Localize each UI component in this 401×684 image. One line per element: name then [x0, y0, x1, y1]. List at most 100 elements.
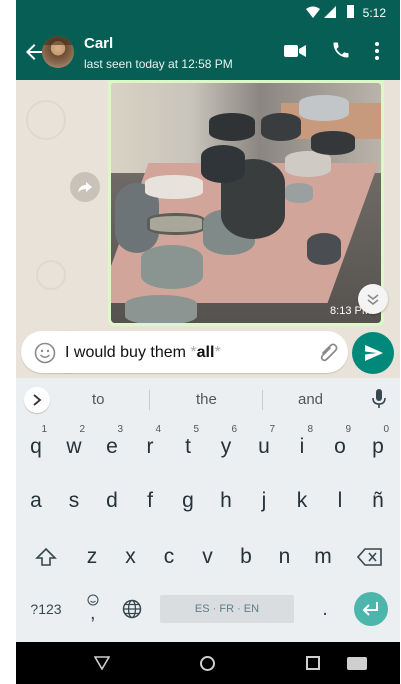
outgoing-image-message[interactable]: 8:13 PM: [108, 80, 384, 326]
suggestion-1[interactable]: to: [92, 391, 105, 408]
key-hint: 2: [79, 424, 85, 435]
plate-stack: [141, 245, 203, 289]
suggestion-3[interactable]: and: [298, 391, 323, 408]
key-hint: 7: [269, 424, 275, 435]
keyboard-expand-button[interactable]: [24, 387, 50, 413]
suggestion-divider: [149, 390, 150, 410]
key-hint: 6: [231, 424, 237, 435]
plate-stack: [125, 295, 197, 323]
key-r[interactable]: 4r: [131, 420, 169, 474]
contact-avatar[interactable]: [42, 36, 74, 68]
key-ñ[interactable]: ñ: [359, 474, 397, 528]
key-b[interactable]: b: [227, 530, 265, 584]
comma-label: ,: [90, 602, 96, 624]
mic-icon[interactable]: [372, 389, 386, 409]
plate-stack: [285, 183, 313, 203]
phone-icon[interactable]: [331, 40, 351, 60]
message-input[interactable]: I would buy them *all*: [21, 331, 348, 373]
wallpaper-doodle: [26, 100, 66, 140]
symbols-key[interactable]: ?123: [20, 582, 72, 636]
nav-back-icon[interactable]: [94, 656, 110, 670]
suggestion-2[interactable]: the: [196, 391, 217, 408]
keyboard-switch-icon[interactable]: [347, 657, 367, 670]
key-hint: 3: [117, 424, 123, 435]
key-q[interactable]: 1q: [17, 420, 55, 474]
key-label: r: [146, 435, 154, 458]
space-bar[interactable]: ES · FR · EN: [160, 595, 294, 623]
suggestion-strip: to the and: [16, 378, 400, 420]
key-w[interactable]: 2w: [55, 420, 93, 474]
system-nav-bar: [16, 642, 400, 684]
chevron-right-icon: [33, 394, 42, 406]
key-hint: 8: [307, 424, 313, 435]
nav-home-icon[interactable]: [200, 656, 215, 671]
key-u[interactable]: 7u: [245, 420, 283, 474]
key-o[interactable]: 9o: [321, 420, 359, 474]
emoji-comma-key[interactable]: ,: [74, 582, 112, 636]
language-key[interactable]: [114, 582, 150, 636]
key-v[interactable]: v: [189, 530, 227, 584]
key-label: o: [334, 435, 346, 458]
period-key[interactable]: .: [310, 582, 340, 636]
key-row-2: asdfghjklñ: [16, 474, 400, 528]
key-k[interactable]: k: [283, 474, 321, 528]
key-d[interactable]: d: [93, 474, 131, 528]
key-hint: 1: [41, 424, 47, 435]
key-h[interactable]: h: [207, 474, 245, 528]
key-i[interactable]: 8i: [283, 420, 321, 474]
key-a[interactable]: a: [17, 474, 55, 528]
key-label: q: [30, 435, 42, 458]
key-row-4: ?123 , ES · FR · EN .: [16, 582, 400, 636]
backspace-key[interactable]: [350, 530, 390, 584]
attach-icon[interactable]: [317, 341, 339, 363]
status-time: 5:12: [362, 6, 386, 20]
key-label: i: [299, 435, 305, 458]
video-call-icon[interactable]: [284, 42, 306, 60]
message-text-bold: all: [196, 344, 215, 361]
key-hint: 4: [155, 424, 161, 435]
key-hint: 5: [193, 424, 199, 435]
nav-recents-icon[interactable]: [306, 656, 320, 670]
scroll-down-button[interactable]: [358, 284, 388, 314]
key-y[interactable]: 6y: [207, 420, 245, 474]
key-hint: 0: [383, 424, 389, 435]
forward-button[interactable]: [70, 172, 100, 202]
message-text-plain: I would buy them: [65, 344, 191, 361]
key-p[interactable]: 0p: [359, 420, 397, 474]
wifi-icon: [306, 6, 320, 18]
plate-stack: [285, 151, 331, 177]
send-button[interactable]: [352, 332, 394, 374]
key-label: y: [220, 435, 232, 458]
contact-name[interactable]: Carl: [84, 35, 113, 52]
status-bar: 5:12: [16, 0, 400, 24]
last-seen-status[interactable]: last seen today at 12:58 PM: [84, 57, 233, 71]
shift-key[interactable]: [28, 530, 64, 584]
bold-marker-close: *: [214, 344, 221, 361]
wallpaper-doodle: [36, 260, 66, 290]
key-n[interactable]: n: [266, 530, 304, 584]
key-t[interactable]: 5t: [169, 420, 207, 474]
scroll-down-icon: [367, 294, 379, 306]
key-c[interactable]: c: [150, 530, 188, 584]
key-z[interactable]: z: [73, 530, 111, 584]
key-m[interactable]: m: [304, 530, 342, 584]
emoji-icon[interactable]: [34, 342, 56, 364]
message-text[interactable]: I would buy them *all*: [65, 344, 221, 362]
key-g[interactable]: g: [169, 474, 207, 528]
plate-stack: [209, 113, 255, 141]
key-l[interactable]: l: [321, 474, 359, 528]
plate-stack: [147, 213, 205, 235]
key-label: p: [372, 435, 384, 458]
more-vert-icon[interactable]: [370, 40, 384, 62]
key-j[interactable]: j: [245, 474, 283, 528]
enter-key[interactable]: [354, 592, 388, 626]
key-s[interactable]: s: [55, 474, 93, 528]
key-label: t: [185, 435, 191, 458]
globe-icon: [122, 599, 142, 619]
key-x[interactable]: x: [112, 530, 150, 584]
plate-stack: [261, 113, 301, 141]
key-f[interactable]: f: [131, 474, 169, 528]
message-photo[interactable]: 8:13 PM: [111, 83, 381, 323]
key-e[interactable]: 3e: [93, 420, 131, 474]
enter-icon: [362, 602, 378, 616]
